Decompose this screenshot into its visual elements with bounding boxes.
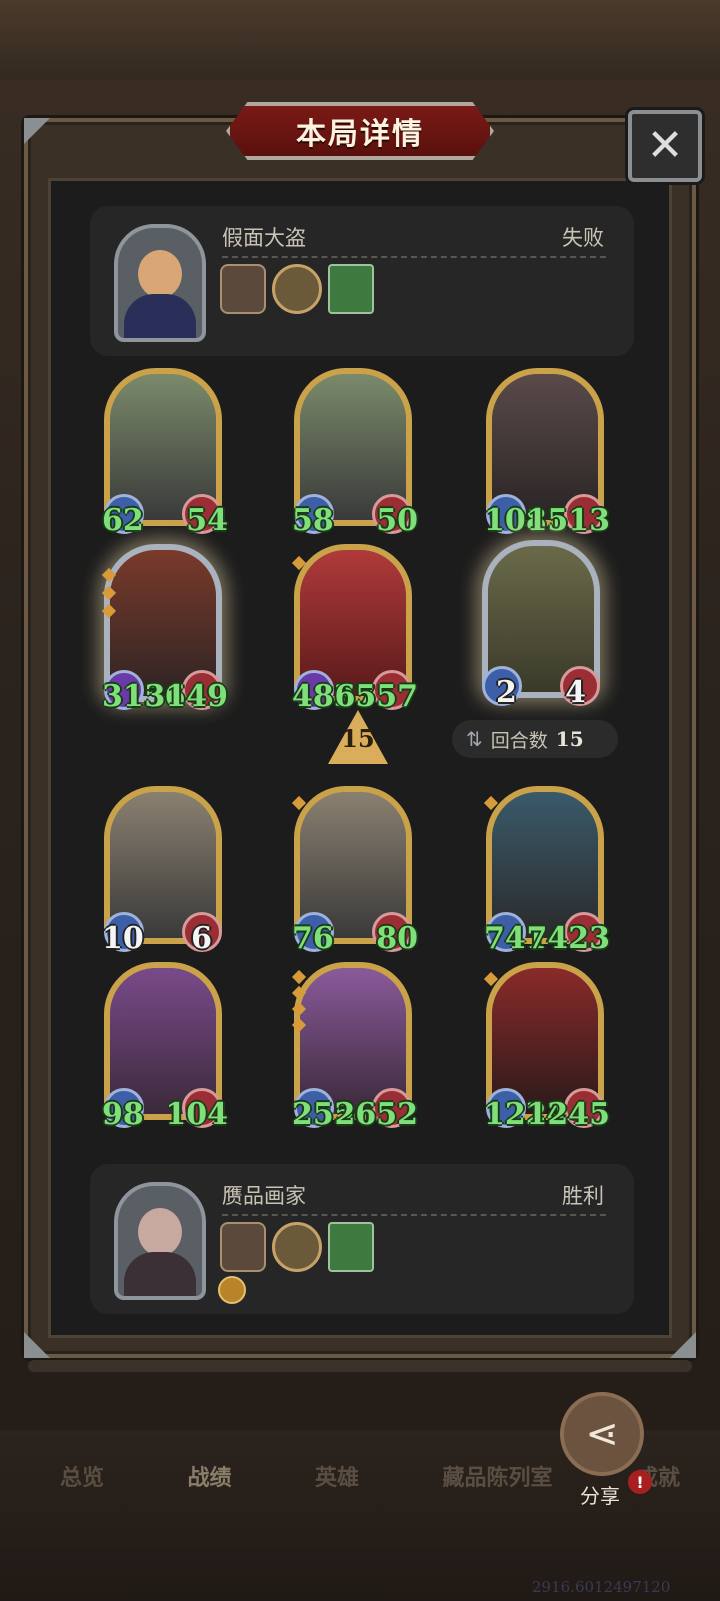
minion-health: 2652 xyxy=(334,1097,419,1132)
minion-card[interactable]: 1224 1245 xyxy=(483,962,610,1132)
tab-overview[interactable]: 总览 xyxy=(60,1460,104,1492)
minion-card[interactable]: 58 50 xyxy=(292,368,418,538)
minion-card[interactable]: 76 80 xyxy=(291,786,418,956)
divider xyxy=(222,1214,606,1216)
opponent-items xyxy=(220,264,374,314)
share-label: 分享 xyxy=(580,1484,620,1508)
minion-card[interactable]: 62 54 xyxy=(102,368,228,538)
player-panel: 赝品画家 胜利 xyxy=(90,1164,634,1314)
footer-coords: 2916.6012497120 xyxy=(532,1578,671,1596)
book-icon[interactable] xyxy=(328,264,374,314)
minion-card[interactable]: 2556 2652 xyxy=(291,962,418,1132)
top-wood-strip xyxy=(0,0,720,80)
repeat-icon: ⇅ xyxy=(466,727,483,751)
minion-card[interactable]: 2 4 xyxy=(482,540,600,710)
minion-health: 6 xyxy=(191,921,212,956)
minion-attack: 76 xyxy=(292,921,334,956)
minion-card[interactable]: 1081 1513 xyxy=(484,368,610,538)
minion-health: 104 xyxy=(165,1097,228,1132)
share-alert-badge: ! xyxy=(628,1470,652,1494)
divider xyxy=(222,256,606,258)
minion-attack: 62 xyxy=(102,503,144,538)
book-icon[interactable] xyxy=(328,1222,374,1272)
page-title: 本局详情 xyxy=(296,117,424,152)
minion-health: 4 xyxy=(565,675,586,710)
player-name: 赝品画家 xyxy=(222,1184,306,1208)
share-icon: ⋖ xyxy=(585,1411,619,1457)
minion-attack: 58 xyxy=(292,503,334,538)
opponent-result: 失败 xyxy=(562,226,604,250)
player-hero-avatar[interactable] xyxy=(114,1182,206,1300)
opponent-name: 假面大盗 xyxy=(222,226,306,250)
player-result: 胜利 xyxy=(562,1184,604,1208)
minion-health: 54 xyxy=(186,503,228,538)
card-item-icon[interactable] xyxy=(220,1222,266,1272)
minion-card[interactable]: 3156 3149 xyxy=(101,544,228,714)
tab-heroes[interactable]: 英雄 xyxy=(315,1460,359,1492)
gold-coin-icon[interactable] xyxy=(272,1222,322,1272)
turn-label: 回合数 xyxy=(490,729,548,752)
minion-card[interactable]: 10 6 xyxy=(102,786,222,956)
minion-attack: 98 xyxy=(102,1097,144,1132)
minion-card[interactable]: 98 104 xyxy=(102,962,228,1132)
minion-health: 80 xyxy=(376,921,418,956)
minion-card[interactable]: 7414 7423 xyxy=(483,786,610,956)
buff-badge-icon[interactable] xyxy=(218,1276,246,1304)
turn-value: 15 xyxy=(555,727,584,751)
close-button[interactable]: ✕ xyxy=(628,110,702,182)
close-icon: ✕ xyxy=(646,120,684,171)
minion-attack: 10 xyxy=(102,921,144,956)
player-items xyxy=(220,1222,374,1272)
minion-health: 50 xyxy=(376,503,418,538)
minion-attack: 2 xyxy=(496,675,517,710)
tab-records[interactable]: 战绩 xyxy=(187,1460,231,1492)
opponent-panel: 假面大盗 失败 xyxy=(90,206,634,356)
minion-health: 1513 xyxy=(526,503,611,538)
minion-card[interactable]: 4837 6557 xyxy=(291,544,418,714)
minion-health: 7423 xyxy=(526,921,611,956)
opponent-hero-avatar[interactable] xyxy=(114,224,206,342)
tab-collection[interactable]: 藏品陈列室 xyxy=(442,1460,552,1492)
share-button[interactable]: ⋖ xyxy=(560,1392,644,1476)
frame-bottom-rail xyxy=(28,1360,692,1372)
minion-health: 6557 xyxy=(334,679,419,714)
minion-health: 1245 xyxy=(526,1097,611,1132)
turn-arrow-number: 15 xyxy=(341,724,375,753)
turn-count-pill: ⇅ 回合数 15 xyxy=(452,720,618,758)
card-item-icon[interactable] xyxy=(220,264,266,314)
minion-health: 3149 xyxy=(144,679,229,714)
feather-coin-icon[interactable] xyxy=(272,264,322,314)
title-banner: 本局详情 xyxy=(226,102,494,160)
